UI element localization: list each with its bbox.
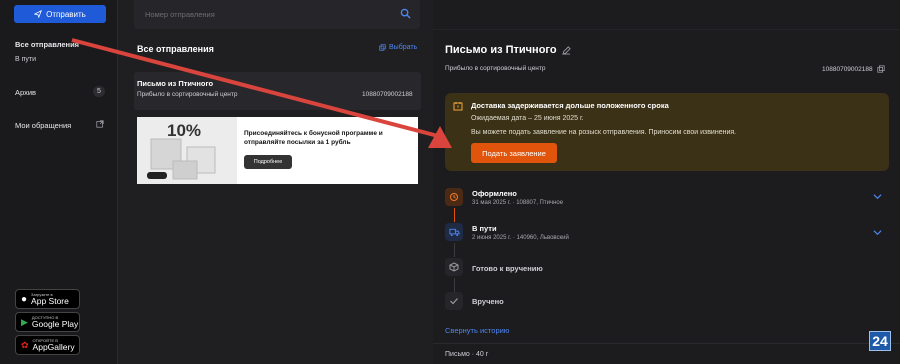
calendar-warning-icon (453, 102, 463, 111)
archive-count-badge: 5 (93, 86, 105, 97)
huawei-icon: ✿ (21, 339, 29, 350)
step-transit-title: В пути (472, 224, 497, 233)
appgallery-badge[interactable]: ✿ ОТКРОЙТЕ В AppGallery (15, 335, 80, 355)
check-icon (450, 298, 458, 305)
copy-track-icon[interactable] (877, 65, 885, 73)
appgallery-big: AppGallery (32, 341, 75, 352)
step-delivered-icon (445, 292, 463, 310)
gift-box-illustration: 10% (137, 117, 237, 184)
shipment-card-title: Письмо из Птичного (137, 79, 214, 88)
truck-icon (448, 228, 460, 236)
send-button-label: Отправить (46, 9, 86, 19)
list-title: Все отправления (137, 44, 214, 54)
timeline-line-1 (454, 208, 455, 222)
search-input[interactable]: Номер отправления (145, 10, 215, 19)
package-clock-icon (450, 193, 458, 201)
step-transit-icon (445, 223, 463, 241)
detail-status: Прибыло в сортировочный центр (445, 65, 546, 72)
step-registered-title: Оформлено (472, 189, 517, 198)
shipment-weight: Письмо · 40 г (445, 351, 489, 358)
timeline-line-3 (454, 278, 455, 292)
apple-icon: ● (21, 293, 28, 305)
sidebar-item-archive[interactable]: Архив (15, 88, 36, 97)
paper-plane-icon (34, 10, 43, 18)
detail-track-row: 10880709002188 (822, 65, 885, 73)
step-ready-title: Готово к вручению (472, 264, 543, 273)
watermark-logo: 24 (869, 331, 891, 351)
google-play-icon: ▶ (21, 316, 28, 327)
chevron-down-icon[interactable] (873, 193, 882, 200)
app-store-big: App Store (31, 295, 69, 306)
select-button[interactable]: Выбрать (379, 44, 417, 51)
search-icon[interactable] (400, 8, 411, 19)
promo-percent: 10% (167, 121, 201, 140)
detail-title: Письмо из Птичного (445, 44, 557, 56)
promo-more-button[interactable]: Подробнее (244, 155, 292, 169)
send-button[interactable]: Отправить (14, 5, 106, 23)
sidebar-item-appeals[interactable]: Мои обращения (15, 121, 71, 130)
select-label: Выбрать (389, 44, 418, 51)
alert-expected-date: Ожидаемая дата – 25 июня 2025 г. (471, 115, 584, 122)
google-play-big: Google Play (31, 318, 79, 329)
step-transit-meta: 2 июня 2025 г. · 140960, Львовский (472, 235, 569, 241)
shipment-card-track: 10880709002188 (362, 91, 413, 98)
copy-icon (379, 44, 386, 51)
sidebar-item-in-transit[interactable]: В пути (15, 56, 36, 63)
app-store-badge[interactable]: ● Загрузите в App Store (15, 289, 80, 309)
edit-pencil-icon[interactable] (561, 45, 571, 55)
alert-title: Доставка задерживается дольше положенног… (471, 101, 669, 110)
sidebar (0, 0, 118, 364)
timeline-line-2 (454, 243, 455, 257)
step-delivered-title: Вручено (472, 297, 504, 306)
package-icon (449, 262, 459, 272)
detail-header-strip (433, 0, 900, 30)
detail-title-row: Письмо из Птичного (445, 44, 571, 56)
divider (433, 343, 900, 344)
sidebar-item-all[interactable]: Все отправления (15, 40, 79, 49)
alert-body: Вы можете подать заявление на розыск отп… (471, 129, 737, 136)
chevron-down-icon[interactable] (873, 229, 882, 236)
google-play-badge[interactable]: ▶ ДОСТУПНО В Google Play (15, 312, 80, 332)
step-registered-meta: 31 мая 2025 г. · 108807, Птичное (472, 200, 564, 206)
step-registered-icon (445, 188, 463, 206)
detail-track: 10880709002188 (822, 65, 873, 73)
submit-claim-button[interactable]: Подать заявление (471, 143, 557, 163)
promo-banner[interactable]: 10% Присоединяйтесь к бонусной программе… (137, 117, 418, 184)
step-ready-icon (445, 258, 463, 276)
external-link-icon (96, 120, 104, 128)
shipment-card-status: Прибыло в сортировочный центр (137, 91, 238, 98)
collapse-history-link[interactable]: Свернуть историю (445, 326, 509, 335)
promo-text: Присоединяйтесь к бонусной программе и о… (244, 130, 383, 147)
